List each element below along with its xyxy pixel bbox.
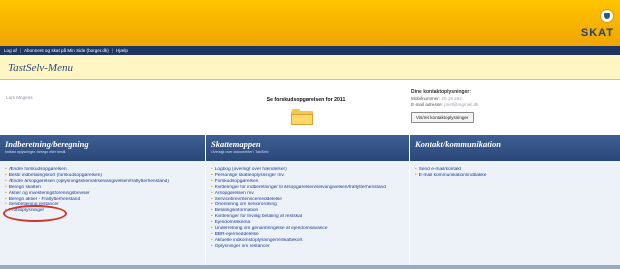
mobile-value: 20 18 262 [441,96,462,101]
email-line: E-mail adresse: post@mgmail.dk [411,102,616,107]
bullet-icon: • [5,167,7,172]
link-list: • Send e-mail/kontakt • E-mail kommunikati… [415,167,615,179]
column-header: Skattemappen Oversigt over dokumenter i … [206,135,409,161]
logout-link[interactable]: Log af [4,48,17,53]
highlight-circle [3,205,67,222]
list-item[interactable]: • E-mail kommunikation/indbakke [415,173,615,179]
bullet-icon: • [5,184,7,190]
top-banner: SKAT [0,0,620,46]
bullet-icon: • [211,172,213,178]
email-value: post@mgmail.dk [444,102,479,107]
column-body: • Send e-mail/kontakt • E-mail kommunikati… [410,161,620,269]
bullet-icon: • [211,231,213,237]
bullet-icon: • [211,196,213,202]
folder-icon[interactable] [291,109,313,125]
column-kontakt: Kontakt/kommunikation • Send e-mail/konta… [410,135,620,269]
column-indberetning: Indberetning/beregning Indtast oplysning… [0,135,205,269]
forskud-link[interactable]: Se forskudsopgørelsen for 2011 [206,97,406,103]
contact-heading: Dine kontaktoplysninger: [411,89,472,95]
bullet-icon: • [5,196,7,202]
column-title: Indberetning/beregning [5,139,89,149]
bullet-icon: • [211,237,213,243]
edit-contact-button[interactable]: Vis/ret kontaktoplysninger [411,112,474,123]
top-navigation: Log af | Abonnent og skat på Min Side (bor… [0,46,620,55]
bullet-icon: • [415,167,417,172]
bullet-icon: • [5,172,7,178]
skat-logo[interactable]: SKAT [581,27,614,39]
user-name: Lars Mogens [6,95,33,100]
bullet-icon: • [211,220,213,226]
nav-separator: | [111,48,113,53]
column-title: Kontakt/kommunikation [415,139,501,149]
bullet-icon: • [211,167,213,172]
bullet-icon: • [211,208,213,214]
subscriber-link[interactable]: Abonnent og skat på Min Side (borger.dk) [24,48,109,53]
mobile-line: Mobilnummer: 20 18 262 [411,96,616,101]
email-label: E-mail adresse: [411,102,443,107]
nav-separator: | [19,48,21,53]
info-panel: Lars Mogens Se forskudsopgørelsen for 20… [0,85,620,135]
bullet-icon: • [211,202,213,208]
bullet-icon: • [211,243,213,249]
menu-columns: Indberetning/beregning Indtast oplysning… [0,135,620,269]
column-body: • Logbog (oversigt over hændelser) • Perso… [206,161,409,269]
bullet-icon: • [211,178,213,184]
title-bar: TastSelv-Menu [0,55,620,80]
bullet-icon: • [211,190,213,196]
bullet-icon: • [211,226,213,232]
page-title: TastSelv-Menu [8,62,73,74]
column-skattemappen: Skattemappen Oversigt over dokumenter i … [206,135,409,269]
footer-bar [0,265,620,269]
bullet-icon: • [415,172,417,178]
bullet-icon: • [211,184,213,190]
forskud-link-block[interactable]: Se forskudsopgørelsen for 2011 [206,93,406,135]
crown-icon [600,9,614,23]
column-header: Kontakt/kommunikation [410,135,620,161]
column-header: Indberetning/beregning Indtast oplysning… [0,135,205,161]
bullet-icon: • [5,190,7,196]
column-subtitle: Oversigt over dokumenter i TastSelv [211,150,269,154]
list-item[interactable]: • Oplysninger om restancer [211,244,404,250]
mobile-label: Mobilnummer: [411,96,441,101]
column-subtitle: Indtast oplysninger, beregn eller bestil [5,150,66,154]
link-list: • Logbog (oversigt over hændelser) • Perso… [211,167,404,250]
help-link[interactable]: Hjælp [116,48,128,53]
contact-info: Dine kontaktoplysninger: Mobilnummer: 20… [411,89,616,123]
bullet-icon: • [211,214,213,220]
column-title: Skattemappen [211,139,261,149]
bullet-icon: • [5,202,7,208]
bullet-icon: • [5,178,7,184]
